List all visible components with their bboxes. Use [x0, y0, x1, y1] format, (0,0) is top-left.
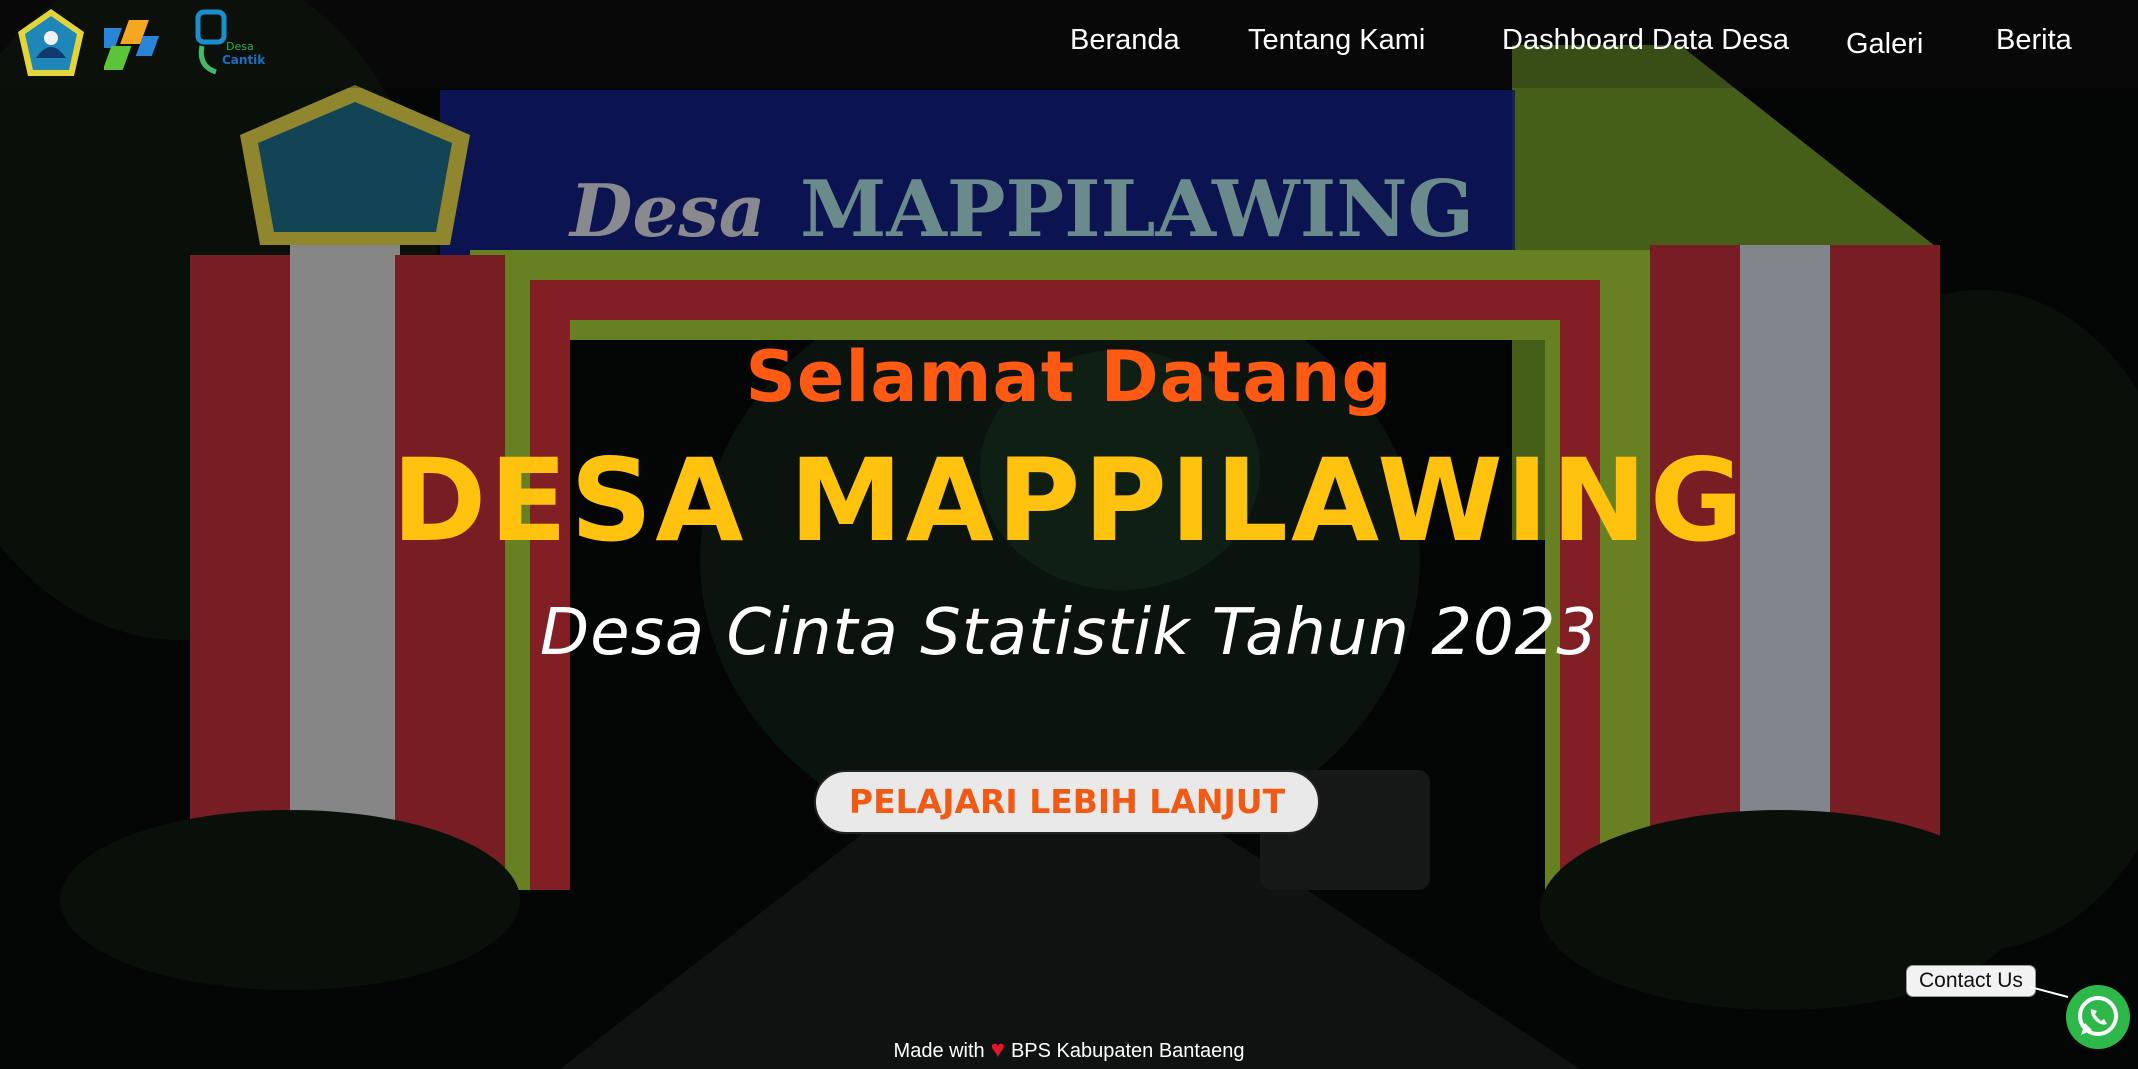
bubble-pointer: [2030, 986, 2069, 998]
hero-village-name: DESA MAPPILAWING: [391, 434, 1747, 567]
nav-link-beranda[interactable]: Beranda: [1070, 24, 1180, 57]
nav-link-berita[interactable]: Berita: [1996, 24, 2072, 57]
desa-cantik-line2: Cantik: [222, 53, 266, 67]
regency-emblem-logo[interactable]: [14, 6, 88, 80]
footer-org: BPS Kabupaten Bantaeng: [1010, 1040, 1245, 1062]
footer-made-with: Made with: [893, 1040, 985, 1062]
contact-us-label[interactable]: Contact Us: [1906, 965, 2036, 997]
learn-more-button[interactable]: PELAJARI LEBIH LANJUT: [814, 770, 1320, 834]
desa-cantik-logo[interactable]: Desa Cantik: [194, 6, 268, 80]
top-navbar: Desa Cantik Beranda Tentang Kami Dashboa…: [0, 0, 2138, 88]
bps-logo[interactable]: [104, 6, 178, 80]
nav-link-dashboard-data-desa[interactable]: Dashboard Data Desa: [1502, 24, 1789, 57]
hero-welcome-heading: Selamat Datang: [745, 336, 1393, 418]
whatsapp-icon[interactable]: [2066, 985, 2130, 1049]
nav-link-galeri[interactable]: Galeri: [1846, 28, 1923, 61]
desa-cantik-line1: Desa: [226, 40, 254, 53]
heart-icon: ♥: [990, 1036, 1005, 1063]
hero-tagline: Desa Cinta Statistik Tahun 2023: [539, 596, 1599, 670]
footer-credit: Made with ♥ BPS Kabupaten Bantaeng: [0, 1036, 2138, 1064]
nav-link-tentang-kami[interactable]: Tentang Kami: [1248, 24, 1425, 57]
